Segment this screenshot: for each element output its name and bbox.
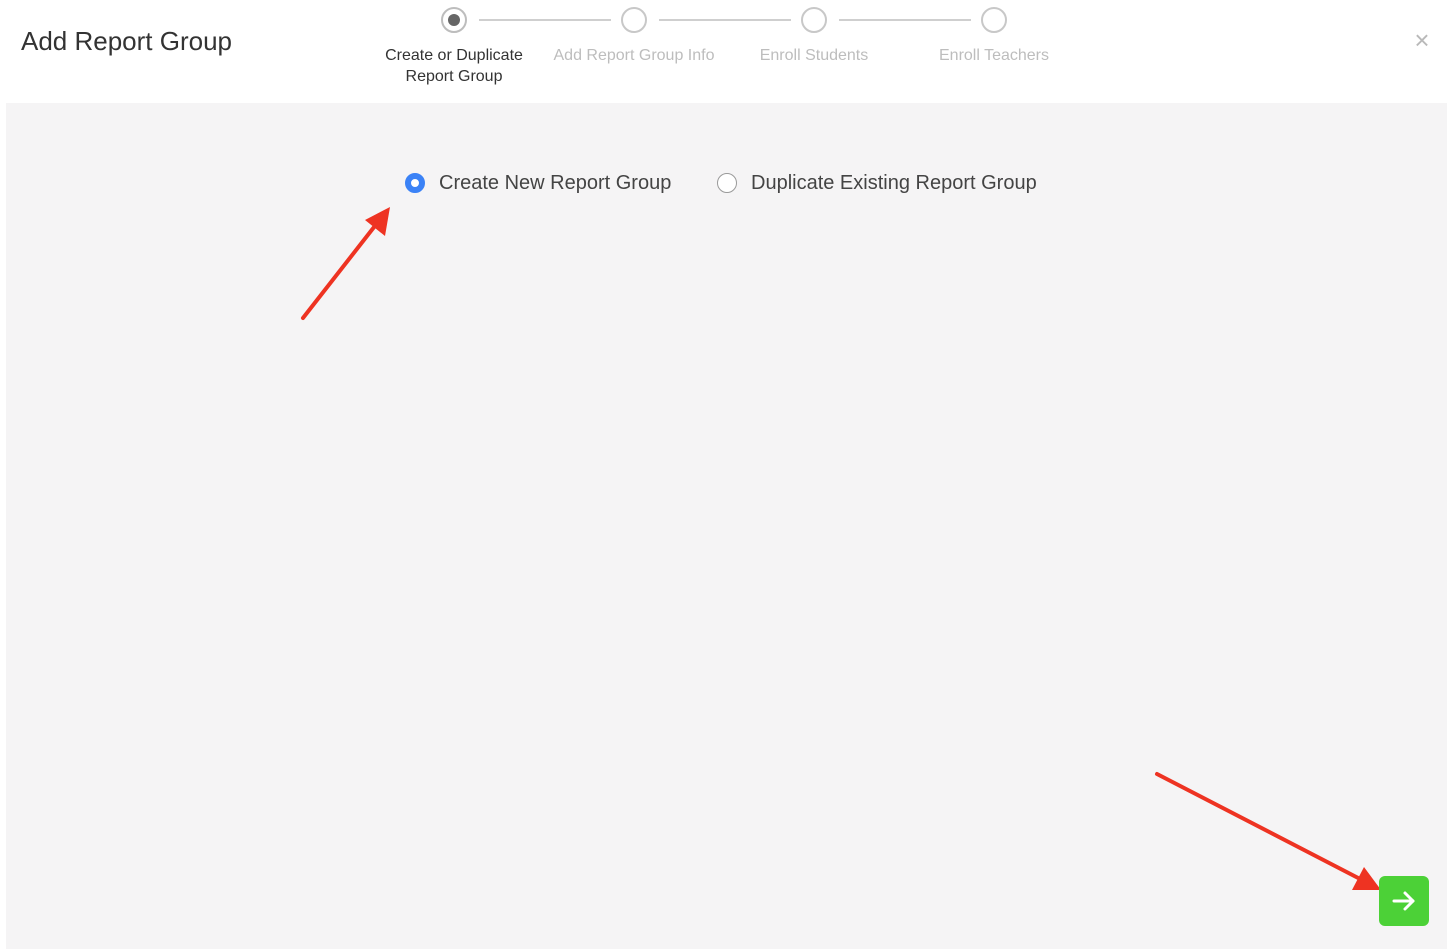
step-4-label: Enroll Teachers [904, 45, 1084, 66]
create-new-option[interactable]: Create New Report Group [405, 169, 671, 197]
step-4-label-line1: Enroll Teachers [939, 47, 1049, 64]
arrow-right-icon [1392, 891, 1415, 911]
step-3-label: Enroll Students [724, 45, 904, 66]
create-new-radio[interactable] [405, 173, 425, 193]
close-button[interactable]: × [1408, 24, 1436, 55]
dialog-header: Add Report Group Create or Duplicate Rep… [0, 0, 1451, 103]
step-connector-3 [839, 19, 971, 21]
step-4-indicator[interactable] [981, 7, 1007, 33]
close-icon: × [1414, 24, 1430, 55]
step-connector-1 [479, 19, 611, 21]
step-2-label: Add Report Group Info [544, 45, 724, 66]
step-2-indicator[interactable] [621, 7, 647, 33]
step-connector-2 [659, 19, 791, 21]
dialog-body [6, 103, 1447, 949]
duplicate-label: Duplicate Existing Report Group [751, 171, 1037, 194]
step-3-label-line1: Enroll Students [759, 47, 869, 64]
step-2-label-line1: Add Report Group Info [553, 47, 715, 64]
duplicate-option[interactable]: Duplicate Existing Report Group [717, 169, 1037, 197]
stepper: Create or Duplicate Report Group Add Rep… [0, 0, 1451, 103]
next-button[interactable] [1379, 876, 1429, 926]
step-1-indicator[interactable] [441, 7, 467, 33]
duplicate-radio[interactable] [717, 173, 737, 193]
create-new-label: Create New Report Group [439, 171, 672, 194]
step-1-label-line2: Report Group [405, 68, 503, 85]
step-1-label-line1: Create or Duplicate [385, 47, 523, 64]
step-3-indicator[interactable] [801, 7, 827, 33]
step-1-label: Create or Duplicate Report Group [364, 45, 544, 87]
